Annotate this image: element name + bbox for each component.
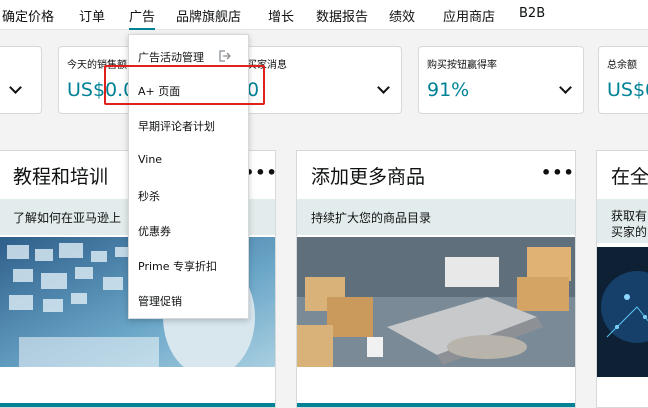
chevron-down-icon[interactable]: [377, 81, 390, 94]
nav-item-orders[interactable]: 订单: [79, 6, 105, 25]
metric-label-buybox: 购买按钮赢得率: [427, 60, 497, 71]
card-image-products: [297, 237, 575, 367]
more-options-icon[interactable]: •••: [541, 163, 575, 182]
nav-item-performance[interactable]: 绩效: [389, 6, 415, 25]
card-subtitle: 持续扩大您的商品目录: [311, 211, 432, 225]
external-link-icon[interactable]: [217, 48, 231, 62]
metric-label-balance: 总余额: [607, 60, 637, 71]
card-accent-bar: [297, 403, 575, 407]
nav-item-pricing[interactable]: 确定价格: [2, 6, 54, 25]
highlight-box: [104, 65, 265, 105]
menu-item-manage-promotions[interactable]: 管理促销: [138, 293, 182, 309]
card-subtitle: 获取有: [611, 209, 648, 223]
card-image-global: [597, 247, 648, 377]
metric-card-buybox[interactable]: 购买按钮赢得率 91%: [418, 46, 584, 114]
menu-item-campaign-manager[interactable]: 广告活动管理: [138, 49, 204, 65]
chevron-down-icon[interactable]: [9, 81, 22, 94]
card-accent-bar: [0, 403, 275, 407]
card-title: 教程和培训: [13, 166, 109, 188]
metric-card-partial[interactable]: [0, 46, 42, 114]
menu-item-vine[interactable]: Vine: [138, 153, 162, 166]
nav-item-app-store[interactable]: 应用商店: [443, 6, 495, 25]
nav-item-advertising[interactable]: 广告: [129, 6, 156, 30]
metric-value-balance: US$0: [607, 79, 648, 101]
card-title: 在全: [611, 166, 648, 188]
nav-item-brand-store[interactable]: 品牌旗舰店: [176, 6, 241, 25]
menu-item-prime-discount[interactable]: Prime 专享折扣: [138, 258, 217, 274]
top-nav: 确定价格 订单 广告 品牌旗舰店 增长 数据报告 绩效 应用商店 B2B: [0, 0, 648, 30]
chevron-down-icon[interactable]: [559, 81, 572, 94]
metric-value-buybox: 91%: [427, 79, 470, 101]
nav-item-b2b[interactable]: B2B: [519, 6, 545, 21]
card-subtitle-band: 获取有 买家的: [597, 199, 648, 243]
card-title: 添加更多商品: [311, 166, 426, 188]
metric-card-balance[interactable]: 总余额 US$0: [598, 46, 648, 114]
card-subtitle-band: 持续扩大您的商品目录: [297, 199, 575, 235]
card-subtitle-line2: 买家的: [611, 225, 648, 239]
card-add-products[interactable]: 添加更多商品 ••• 持续扩大您的商品目录: [296, 150, 576, 408]
card-global[interactable]: 在全 获取有 买家的: [596, 150, 648, 408]
nav-item-reports[interactable]: 数据报告: [316, 6, 368, 25]
card-subtitle: 了解如何在亚马逊上: [13, 211, 122, 225]
nav-item-growth[interactable]: 增长: [268, 6, 294, 25]
menu-item-early-reviewer[interactable]: 早期评论者计划: [138, 118, 215, 134]
menu-item-coupons[interactable]: 优惠券: [138, 223, 171, 239]
menu-item-lightning-deals[interactable]: 秒杀: [138, 188, 160, 204]
